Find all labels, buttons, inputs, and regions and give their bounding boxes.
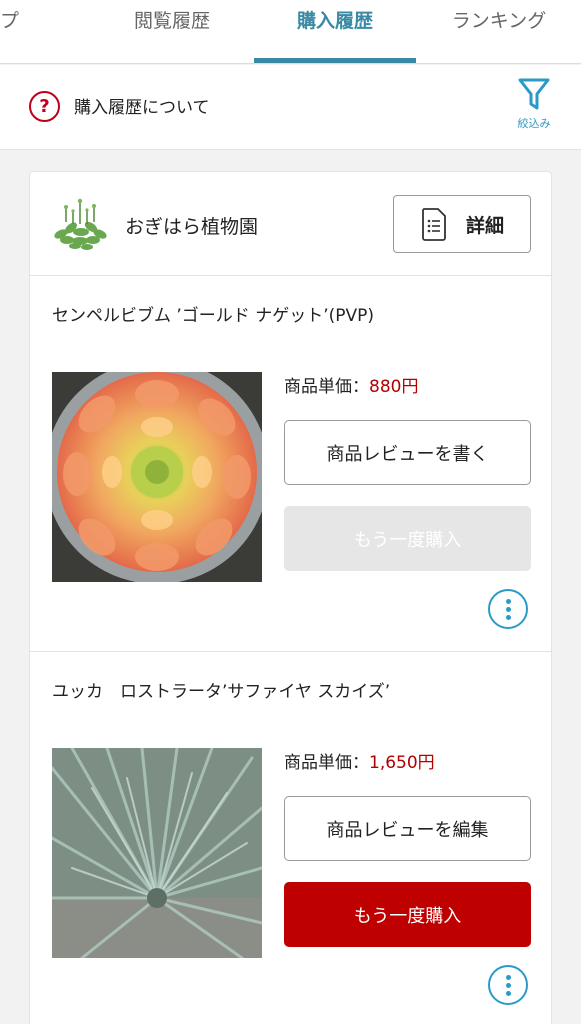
edit-review-button[interactable]: 商品レビューを編集	[284, 796, 531, 861]
detail-button[interactable]: 詳細	[393, 195, 531, 253]
item-title[interactable]: センペルビブム ’ゴールド ナゲット’(PVP)	[52, 301, 374, 326]
shop-logo	[51, 194, 109, 254]
item-title[interactable]: ユッカ ロストラータ’サファイヤ スカイズ’	[52, 677, 390, 702]
active-tab-indicator	[254, 58, 416, 63]
question-icon[interactable]: ?	[29, 91, 60, 122]
detail-button-label: 詳細	[465, 214, 504, 237]
unit-price: 商品単価：1,650円	[284, 748, 435, 773]
tab-browsing-history[interactable]: 閲覧履歴	[92, 0, 252, 62]
filter-label: 絞込み	[517, 117, 551, 130]
tab-ranking[interactable]: ランキング	[418, 0, 580, 62]
order-card: おぎはら植物園 詳細 センペルビブム ’ゴールド ナゲット’(PVP) 商品単価…	[29, 171, 552, 1024]
unit-price-label: 商品単価：	[284, 377, 369, 397]
filter-icon	[518, 78, 550, 110]
order-item: センペルビブム ’ゴールド ナゲット’(PVP) 商品単価：880円 商品レビュ…	[30, 277, 551, 652]
document-icon	[422, 208, 446, 241]
shop-name[interactable]: おぎはら植物園	[125, 212, 258, 239]
about-bar: ? 購入履歴について 絞込み	[0, 65, 581, 150]
order-item: ユッカ ロストラータ’サファイヤ スカイズ’ 商品単価：1,650円 商品レビュ…	[30, 653, 551, 1024]
write-review-button[interactable]: 商品レビューを書く	[284, 420, 531, 485]
shop-header: おぎはら植物園 詳細	[30, 172, 551, 276]
tab-purchase-history[interactable]: 購入履歴	[254, 0, 416, 62]
filter-button[interactable]: 絞込み	[508, 77, 560, 139]
unit-price-value: 1,650円	[369, 753, 435, 773]
buy-again-button-disabled: もう一度購入	[284, 506, 531, 571]
about-purchase-history-link[interactable]: 購入履歴について	[74, 93, 210, 118]
unit-price-value: 880円	[369, 377, 419, 397]
tab-top[interactable]: ップ	[0, 0, 40, 62]
unit-price-label: 商品単価：	[284, 753, 369, 773]
more-options-icon[interactable]	[488, 965, 528, 1005]
more-options-icon[interactable]	[488, 589, 528, 629]
product-photo-sempervivum[interactable]	[52, 372, 262, 582]
tab-bar: ップ 閲覧履歴 購入履歴 ランキング	[0, 0, 581, 64]
buy-again-button[interactable]: もう一度購入	[284, 882, 531, 947]
unit-price: 商品単価：880円	[284, 372, 418, 397]
product-photo-yucca[interactable]	[52, 748, 262, 958]
